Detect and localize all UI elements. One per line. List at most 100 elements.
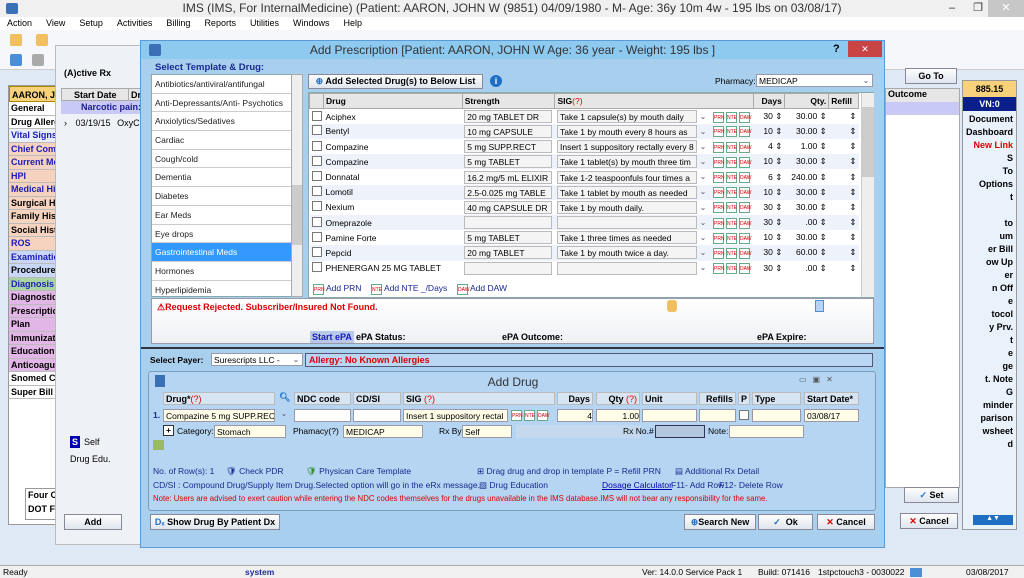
dialog-close-button[interactable]: ✕ <box>848 41 882 57</box>
drug-input[interactable]: Compazine 5 mg SUPP.RECT <box>163 409 275 422</box>
category-item[interactable]: Diabetes <box>152 187 302 206</box>
strength-select[interactable]: 20 mg TABLET <box>464 246 553 260</box>
strength-select[interactable]: 16.2 mg/5 mL ELIXIR <box>464 170 553 184</box>
set-button[interactable]: ✓ Set <box>904 487 959 503</box>
sig-select[interactable]: Take 1 by mouth daily. <box>556 200 697 214</box>
drug-checkbox[interactable] <box>311 140 322 151</box>
drug-checkbox[interactable] <box>311 110 322 121</box>
days-stepper[interactable]: 30 <box>763 247 772 257</box>
days-stepper[interactable]: 6 <box>768 172 773 182</box>
right-panel-item[interactable]: d <box>963 438 1016 451</box>
qty-stepper[interactable]: 30.00 <box>796 156 817 166</box>
drug-checkbox[interactable] <box>311 231 322 242</box>
sig-select[interactable]: Insert 1 suppository rectally every 8 <box>556 140 697 154</box>
chevron-down-icon[interactable]: ⌄ <box>697 187 709 196</box>
unit-select[interactable] <box>642 409 697 422</box>
refill-stepper[interactable]: ⇕ <box>829 230 859 245</box>
chevron-down-icon[interactable]: ⌄ <box>697 142 709 151</box>
nte-icon[interactable]: NTE <box>725 187 737 199</box>
expand-icon[interactable]: + <box>163 425 174 436</box>
right-panel-item[interactable]: to <box>963 217 1016 230</box>
days-stepper[interactable]: 30 <box>763 217 772 227</box>
days-stepper[interactable]: 10 <box>763 232 772 242</box>
right-panel-item[interactable]: minder <box>963 399 1016 412</box>
refill-stepper[interactable]: ⇕ <box>829 109 859 124</box>
prn-icon[interactable]: PRN <box>712 111 725 123</box>
strength-select[interactable]: 5 mg TABLET <box>464 231 553 245</box>
check-pdr-link[interactable]: 🛡︎ Check PDR <box>226 466 284 477</box>
qty-stepper[interactable]: 30.00 <box>796 187 817 197</box>
strength-select[interactable] <box>464 261 553 275</box>
chevron-down-icon[interactable]: ⌄ <box>697 233 709 242</box>
category-item[interactable]: Eye drops <box>152 225 302 244</box>
search-new-button[interactable]: ⊕Search New <box>684 514 756 530</box>
right-panel-item[interactable]: y Prv. <box>963 321 1016 334</box>
daw-icon[interactable]: DAW <box>738 247 751 259</box>
refill-stepper[interactable]: ⇕ <box>829 169 859 184</box>
scroll-arrows-icon[interactable]: ▲▼ <box>973 515 1013 525</box>
daw-icon[interactable]: DAW <box>738 141 751 153</box>
category-item[interactable]: Hormones <box>152 262 302 281</box>
right-panel-item[interactable]: G <box>963 386 1016 399</box>
daw-icon[interactable]: DAW <box>738 156 751 168</box>
drug-checkbox[interactable] <box>311 171 322 182</box>
category-item[interactable]: Hyperlipidemia <box>152 281 302 296</box>
drug-row[interactable]: Bentyl 10 mg CAPSULE Take 1 by mouth eve… <box>309 123 859 140</box>
qty-stepper[interactable]: 30.00 <box>796 232 817 242</box>
ndc-input[interactable] <box>294 409 351 422</box>
col-refill[interactable]: Refill <box>828 92 859 110</box>
right-panel-item[interactable]: t <box>963 191 1016 204</box>
drug-dropdown[interactable]: ⌄ <box>278 409 290 418</box>
sig-help[interactable]: (?) <box>572 96 582 106</box>
days-stepper[interactable]: 4 <box>557 409 593 422</box>
drug-education-link[interactable]: ▧ Drug Education <box>479 480 548 491</box>
doctor-icon[interactable] <box>667 300 677 312</box>
drug-edu-link[interactable]: Drug Edu. <box>70 454 111 464</box>
strength-select[interactable]: 5 mg SUPP.RECT <box>464 140 553 154</box>
right-panel-item[interactable]: Options <box>963 178 1016 191</box>
col-drug[interactable]: Drug <box>323 92 463 110</box>
nte-icon[interactable]: NTE <box>725 141 737 153</box>
sig-select[interactable]: Take 1 by mouth every 8 hours as <box>556 124 697 138</box>
drug-checkbox[interactable] <box>311 216 322 227</box>
daw-icon[interactable]: DAW <box>738 232 751 244</box>
qty-stepper[interactable]: .00 <box>805 263 817 273</box>
panel-window-controls[interactable]: ▭▣✕ <box>799 375 839 384</box>
folder-icon[interactable] <box>10 54 22 66</box>
category-item[interactable]: Cough/cold <box>152 150 302 169</box>
drug-checkbox[interactable] <box>311 155 322 166</box>
sig-select[interactable]: Take 1 by mouth twice a day. <box>556 246 697 260</box>
category-item[interactable]: Cardiac <box>152 131 302 150</box>
col-days[interactable]: Days <box>753 92 785 110</box>
right-panel-item[interactable]: er Bill <box>963 243 1016 256</box>
drug-row[interactable]: Omeprazole ⌄ PRN NTE DAW 30 ⇕ .00 ⇕ ⇕ <box>309 215 859 231</box>
refill-stepper[interactable]: ⇕ <box>828 154 859 170</box>
prn-icon[interactable]: PRN <box>712 247 725 259</box>
drug-row[interactable]: Compazine 5 mg TABLET Take 1 tablet(s) b… <box>309 154 859 170</box>
chevron-down-icon[interactable]: ⌄ <box>697 157 709 166</box>
right-panel-item[interactable]: ow Up <box>963 256 1016 269</box>
type-select[interactable] <box>752 409 801 422</box>
drug-checkbox[interactable] <box>311 246 322 257</box>
right-panel-item[interactable]: Dashboard <box>963 126 1016 139</box>
menu-reports[interactable]: Reports <box>204 17 236 30</box>
sig-select[interactable]: Take 1 capsule(s) by mouth daily <box>556 110 697 124</box>
category-item[interactable]: Anxiolytics/Sedatives <box>152 112 302 132</box>
strength-select[interactable]: 40 mg CAPSULE DR <box>464 200 553 214</box>
qty-stepper[interactable]: 30.00 <box>796 202 817 212</box>
qty-stepper[interactable]: 240.00 <box>791 172 817 182</box>
drug-row[interactable]: Pepcid 20 mg TABLET Take 1 by mouth twic… <box>309 245 859 261</box>
sig-icons[interactable]: PRN NTE DAW <box>511 409 550 421</box>
right-panel-item[interactable]: wsheet <box>963 425 1016 438</box>
add-rx-button[interactable]: Add <box>64 514 122 530</box>
tab-active-rx[interactable]: (A)ctive Rx <box>64 68 111 78</box>
right-panel-item[interactable]: t. Note <box>963 373 1016 386</box>
drug-row[interactable]: Aciphex 20 mg TABLET DR Take 1 capsule(s… <box>310 109 859 124</box>
prn-icon[interactable]: PRN <box>712 187 725 199</box>
category-item[interactable]: Anti-Depressants/Anti- Psychotics <box>152 94 302 113</box>
provider-icon[interactable] <box>36 34 48 46</box>
right-panel-item[interactable]: S <box>963 152 1016 165</box>
daw-icon[interactable]: DAW <box>738 172 751 184</box>
nte-icon[interactable]: NTE <box>725 217 737 229</box>
active-rx-cancel-button[interactable]: ✕ Cancel <box>900 513 958 529</box>
